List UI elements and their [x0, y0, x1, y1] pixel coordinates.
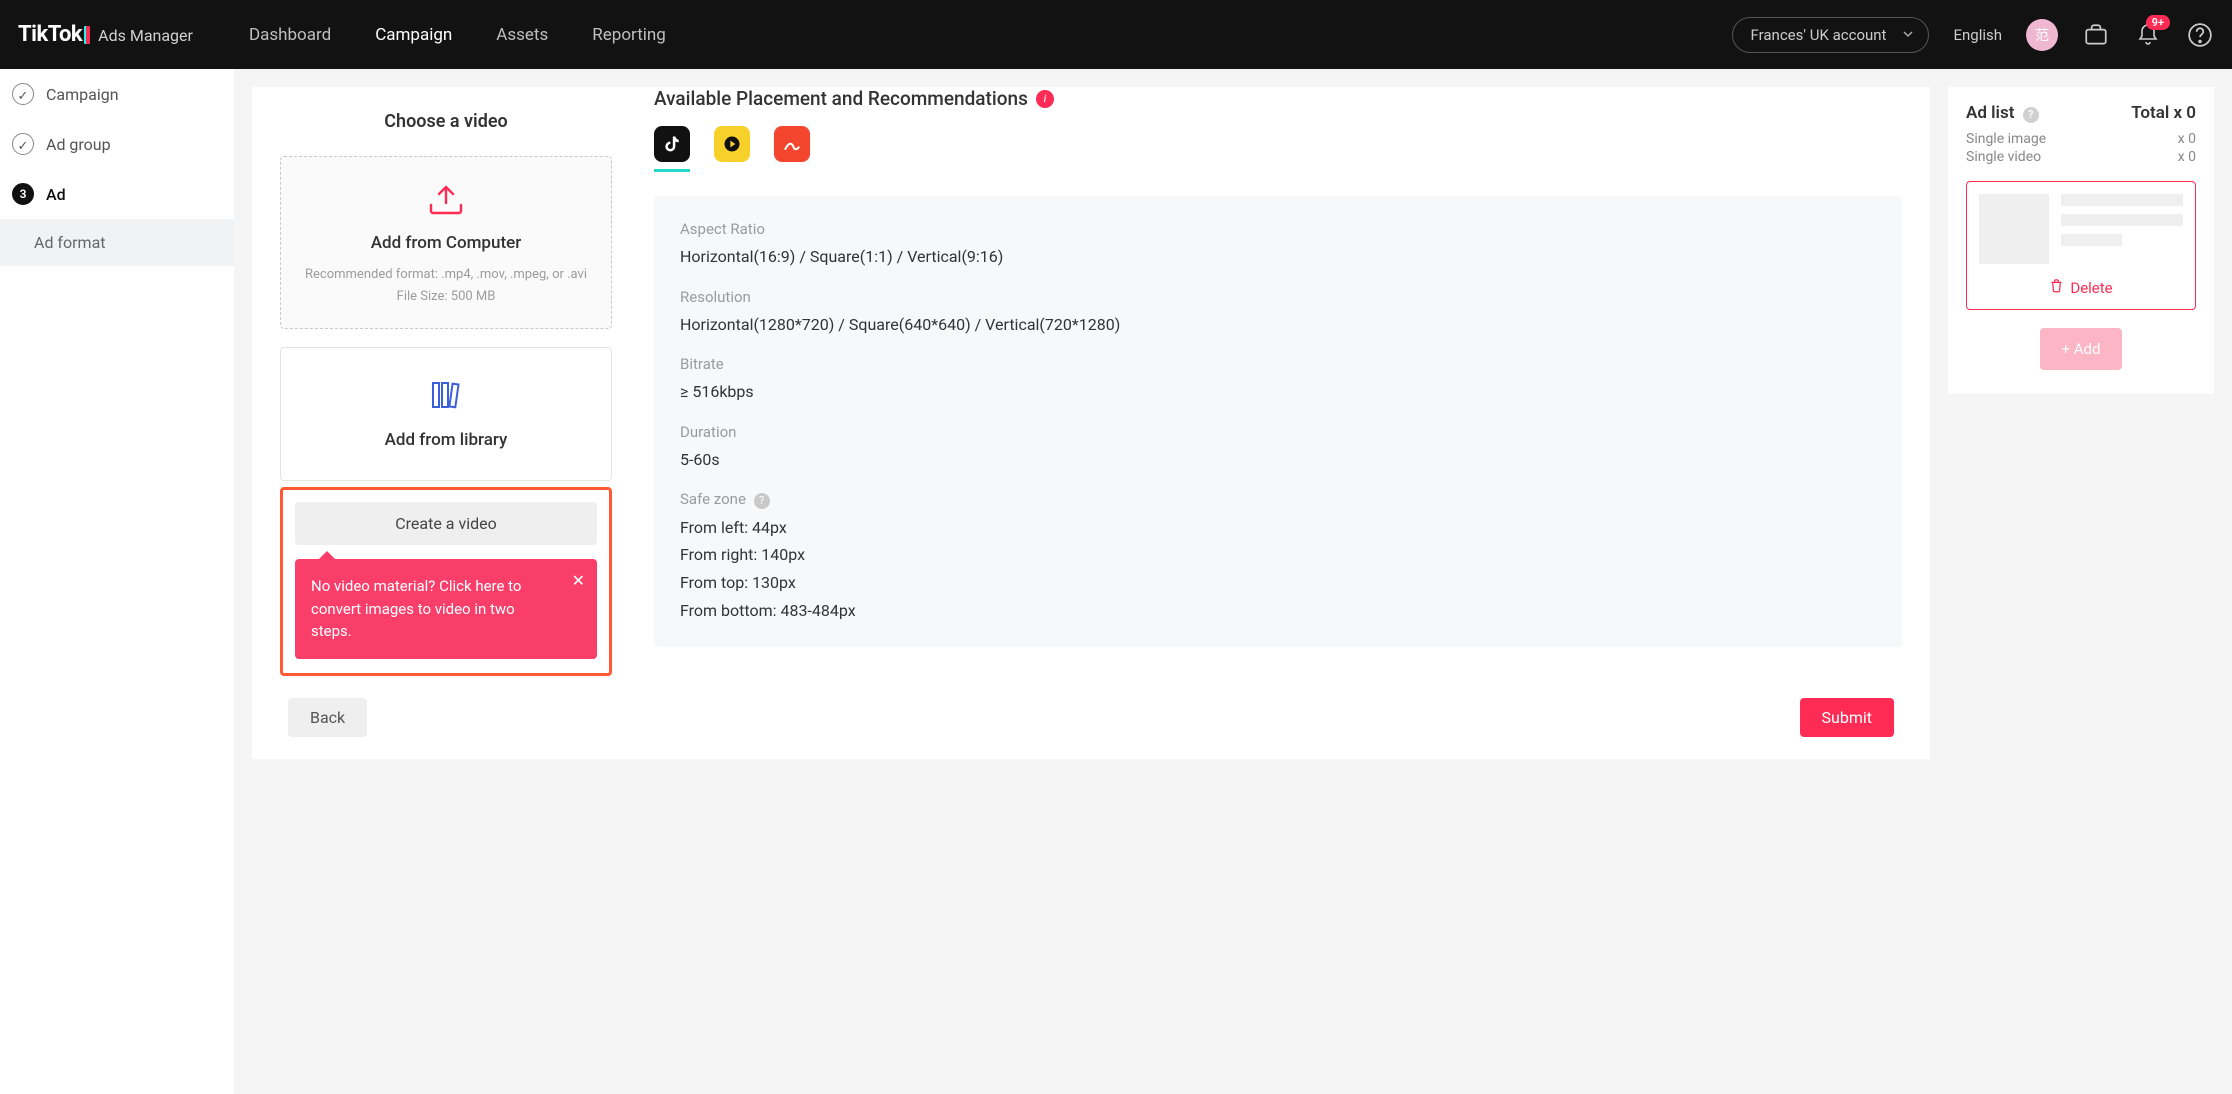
- step-number-icon: 3: [12, 183, 34, 205]
- resolution-label: Resolution: [680, 288, 1876, 306]
- safezone-bottom: From bottom: 483-484px: [680, 598, 1876, 624]
- upload-subtext-format: Recommended format: .mp4, .mov, .mpeg, o…: [299, 265, 593, 285]
- bitrate-value: ≥ 516kbps: [680, 379, 1876, 405]
- step-adgroup-label: Ad group: [46, 135, 111, 154]
- sidebar: Campaign Ad group 3 Ad Ad format: [0, 69, 234, 1094]
- trash-icon: [2049, 278, 2064, 297]
- top-nav: Dashboard Campaign Assets Reporting: [249, 25, 666, 45]
- duration-value: 5-60s: [680, 447, 1876, 473]
- ad-list-total: Total x 0: [2131, 103, 2196, 123]
- upload-icon: [427, 202, 465, 221]
- step-campaign-label: Campaign: [46, 85, 119, 104]
- ad-list-counts: Single imagex 0 Single videox 0: [1966, 131, 2196, 165]
- bell-badge: 9+: [2146, 15, 2170, 30]
- submit-button[interactable]: Submit: [1800, 698, 1894, 737]
- help-icon[interactable]: [2186, 21, 2214, 49]
- ad-list-title: Ad list: [1966, 103, 2014, 123]
- ad-list-header: Ad list ? Total x 0: [1966, 103, 2196, 123]
- briefcase-icon[interactable]: [2082, 21, 2110, 49]
- safezone-right: From right: 140px: [680, 542, 1876, 568]
- specs-card: Aspect Ratio Horizontal(16:9) / Square(1…: [654, 196, 1902, 647]
- platform-tiktok[interactable]: [654, 126, 690, 162]
- placement-heading: Available Placement and Recommendations …: [654, 87, 1902, 110]
- add-button[interactable]: + Add: [2040, 328, 2123, 370]
- close-icon[interactable]: ✕: [572, 569, 585, 593]
- info-icon[interactable]: i: [1036, 90, 1054, 108]
- platform-buzzvideo[interactable]: [714, 126, 750, 162]
- nav-dashboard[interactable]: Dashboard: [249, 25, 331, 45]
- ad-slot-card[interactable]: Delete: [1966, 181, 2196, 310]
- placement-panel: Available Placement and Recommendations …: [654, 87, 1902, 676]
- avatar[interactable]: 范: [2026, 19, 2058, 51]
- top-right: Frances' UK account English 范 9+: [1732, 17, 2215, 53]
- content-card: Choose a video Add from Computer Recomme…: [252, 87, 1930, 759]
- chevron-down-icon: [1902, 26, 1914, 44]
- ad-list-panel: Ad list ? Total x 0 Single imagex 0 Sing…: [1948, 87, 2214, 394]
- back-button[interactable]: Back: [288, 698, 367, 737]
- account-select-label: Frances' UK account: [1751, 26, 1887, 44]
- upload-title: Add from Computer: [299, 233, 593, 253]
- safezone-label: Safe zone ?: [680, 490, 1876, 509]
- nav-campaign[interactable]: Campaign: [375, 25, 452, 45]
- help-icon[interactable]: ?: [2023, 107, 2039, 123]
- upload-from-computer[interactable]: Add from Computer Recommended format: .m…: [280, 156, 612, 329]
- account-select[interactable]: Frances' UK account: [1732, 17, 1930, 53]
- substep-ad-format[interactable]: Ad format: [0, 219, 234, 266]
- create-video-highlight: Create a video No video material? Click …: [280, 487, 612, 676]
- aspect-ratio-value: Horizontal(16:9) / Square(1:1) / Vertica…: [680, 244, 1876, 270]
- logo-subtitle: Ads Manager: [98, 26, 193, 45]
- top-bar: TikTok Ads Manager Dashboard Campaign As…: [0, 0, 2232, 69]
- footer-actions: Back Submit: [280, 676, 1902, 737]
- choose-video-title: Choose a video: [280, 95, 612, 156]
- bell-icon[interactable]: 9+: [2134, 21, 2162, 49]
- duration-label: Duration: [680, 423, 1876, 441]
- add-from-library[interactable]: Add from library: [280, 347, 612, 481]
- nav-assets[interactable]: Assets: [496, 25, 548, 45]
- tooltip-text: No video material? Click here to convert…: [311, 577, 521, 640]
- help-icon[interactable]: ?: [754, 493, 770, 509]
- nav-reporting[interactable]: Reporting: [592, 25, 666, 45]
- step-ad[interactable]: 3 Ad: [0, 169, 234, 219]
- step-adgroup[interactable]: Ad group: [0, 119, 234, 169]
- resolution-value: Horizontal(1280*720) / Square(640*640) /…: [680, 312, 1876, 338]
- step-ad-label: Ad: [46, 185, 66, 204]
- ad-slot-placeholder: [1979, 194, 2183, 264]
- delete-button[interactable]: Delete: [1979, 278, 2183, 297]
- platform-topbuzz[interactable]: [774, 126, 810, 162]
- bitrate-label: Bitrate: [680, 355, 1876, 373]
- aspect-ratio-label: Aspect Ratio: [680, 220, 1876, 238]
- upload-subtext-size: File Size: 500 MB: [299, 287, 593, 307]
- library-title: Add from library: [299, 430, 593, 450]
- step-campaign[interactable]: Campaign: [0, 69, 234, 119]
- create-video-button[interactable]: Create a video: [295, 502, 597, 545]
- language-label[interactable]: English: [1953, 26, 2002, 44]
- library-icon: [429, 397, 463, 416]
- choose-video-panel: Choose a video Add from Computer Recomme…: [280, 87, 612, 676]
- check-icon: [12, 83, 34, 105]
- placement-platforms: [654, 126, 1902, 162]
- safezone-left: From left: 44px: [680, 515, 1876, 541]
- check-icon: [12, 133, 34, 155]
- safezone-top: From top: 130px: [680, 570, 1876, 596]
- logo[interactable]: TikTok Ads Manager: [18, 22, 193, 47]
- create-video-tooltip: No video material? Click here to convert…: [295, 559, 597, 659]
- main: Choose a video Add from Computer Recomme…: [234, 69, 2232, 1094]
